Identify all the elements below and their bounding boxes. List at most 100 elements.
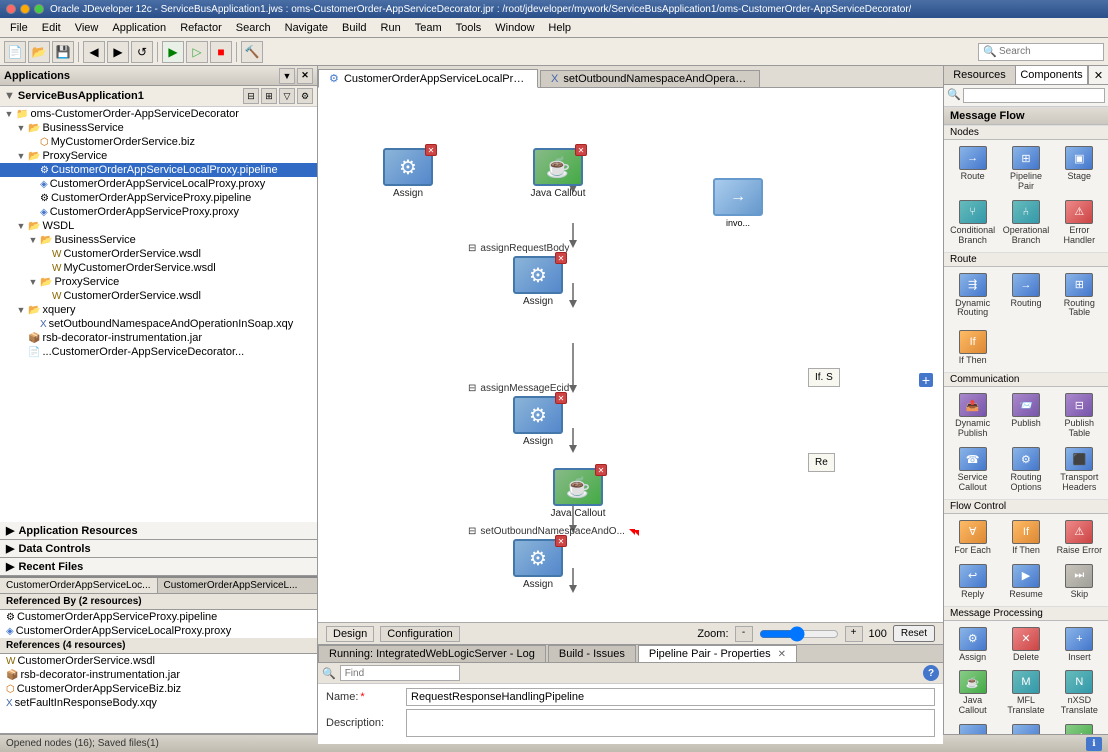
comp-java-callout[interactable]: ☕ Java Callout — [946, 666, 999, 720]
comp-assign[interactable]: ⚙ Assign — [946, 623, 999, 667]
menu-team[interactable]: Team — [409, 20, 448, 36]
comp-rename[interactable]: ✏ Rename — [946, 720, 999, 734]
comp-routing[interactable]: → Routing — [999, 269, 1052, 323]
resources-tab[interactable]: Resources — [944, 66, 1016, 84]
ref-item-1[interactable]: ⚙ CustomerOrderAppServiceProxy.pipeline — [0, 610, 317, 624]
toolbar-build[interactable]: 🔨 — [241, 41, 263, 63]
re-branch-label[interactable]: Re — [808, 453, 835, 472]
toolbar-run[interactable]: ▶ — [162, 41, 184, 63]
tree-mybiz[interactable]: ⬡ MyCustomerOrderService.biz — [0, 135, 317, 149]
find-input[interactable] — [340, 665, 460, 681]
referenced-by-header[interactable]: Referenced By (2 resources) — [0, 594, 317, 610]
tree-localproxy-pipeline[interactable]: ⚙ CustomerOrderAppServiceLocalProxy.pipe… — [0, 163, 317, 177]
node-close-btn3[interactable]: ✕ — [555, 252, 567, 264]
node-javacallout2[interactable]: ✕ ☕ Java Callout — [538, 468, 618, 519]
menu-view[interactable]: View — [69, 20, 105, 36]
menu-edit[interactable]: Edit — [36, 20, 67, 36]
node-assign1[interactable]: ✕ ⚙ Assign — [368, 148, 448, 199]
node-assign3[interactable]: ✕ ⚙ Assign — [498, 396, 578, 447]
ref-item-3[interactable]: W CustomerOrderService.wsdl — [0, 654, 317, 668]
projects-close-btn[interactable]: ✕ — [297, 68, 313, 84]
ref-item-6[interactable]: X setFaultInResponseBody.xqy — [0, 696, 317, 710]
search-input[interactable] — [999, 46, 1099, 57]
toolbar-open[interactable]: 📂 — [28, 41, 50, 63]
node-close-btn[interactable]: ✕ — [425, 144, 437, 156]
zoom-out-btn[interactable]: - — [735, 626, 753, 642]
comp-for-each[interactable]: ∀ For Each — [946, 516, 999, 560]
design-tab[interactable]: Design — [326, 626, 374, 642]
minimize-button[interactable] — [20, 4, 30, 14]
ref-tab2[interactable]: CustomerOrderAppServiceL... — [158, 578, 304, 593]
btab-build[interactable]: Build - Issues — [548, 645, 636, 662]
zoom-reset-btn[interactable]: Reset — [893, 625, 935, 642]
tree-jar[interactable]: 📦 rsb-decorator-instrumentation.jar — [0, 331, 317, 345]
menu-window[interactable]: Window — [489, 20, 540, 36]
status-icon[interactable]: ℹ — [1086, 737, 1102, 751]
comp-validate[interactable]: ✓ Validate — [1053, 720, 1106, 734]
close-button[interactable] — [6, 4, 16, 14]
comp-stage[interactable]: ▣ Stage — [1053, 142, 1106, 196]
tree-wsdl[interactable]: ▼ 📂 WSDL — [0, 219, 317, 233]
comp-error-handler[interactable]: ⚠ Error Handler — [1053, 196, 1106, 250]
zoom-slider[interactable] — [759, 630, 839, 638]
toolbar-back[interactable]: ◀ — [83, 41, 105, 63]
comp-pipeline-pair[interactable]: ⊞ Pipeline Pair — [999, 142, 1052, 196]
tab-xqy[interactable]: X setOutboundNamespaceAndOperationInSoap… — [540, 70, 760, 87]
tree-wsdl3[interactable]: W CustomerOrderService.wsdl — [0, 289, 317, 303]
comp-routing-table[interactable]: ⊞ Routing Table — [1053, 269, 1106, 323]
tree-businessservice[interactable]: ▼ 📂 BusinessService — [0, 121, 317, 135]
comp-publish-table[interactable]: ⊟ Publish Table — [1053, 389, 1106, 443]
pipeline-container[interactable]: ✕ ⚙ Assign ✕ ☕ Java Callout → — [318, 88, 943, 622]
comp-nxsd[interactable]: N nXSD Translate — [1053, 666, 1106, 720]
desc-textarea[interactable] — [406, 709, 935, 737]
comp-routing-options[interactable]: ⚙ Routing Options — [999, 443, 1052, 497]
tree-wsdl-proxy[interactable]: ▼ 📂 ProxyService — [0, 275, 317, 289]
btab-props-close[interactable]: ✕ — [778, 649, 786, 660]
comp-service-callout[interactable]: ☎ Service Callout — [946, 443, 999, 497]
node-close-btn6[interactable]: ✕ — [555, 535, 567, 547]
right-panel-close[interactable]: ✕ — [1088, 66, 1108, 84]
help-button[interactable]: ? — [923, 665, 939, 681]
menu-navigate[interactable]: Navigate — [279, 20, 334, 36]
menu-file[interactable]: File — [4, 20, 34, 36]
ref-item-2[interactable]: ◈ CustomerOrderAppServiceLocalProxy.prox… — [0, 624, 317, 638]
toolbar-forward[interactable]: ▶ — [107, 41, 129, 63]
components-tab[interactable]: Components — [1016, 66, 1088, 84]
proj-filter[interactable]: ▽ — [279, 88, 295, 104]
toolbar-stop[interactable]: ■ — [210, 41, 232, 63]
proj-collapse-all[interactable]: ⊟ — [243, 88, 259, 104]
references-header[interactable]: References (4 resources) — [0, 638, 317, 654]
tab-pipeline[interactable]: ⚙ CustomerOrderAppServiceLocalProxy.pipe… — [318, 69, 538, 88]
node-assign2[interactable]: ✕ ⚙ Assign — [498, 256, 578, 307]
comp-publish[interactable]: 📨 Publish — [999, 389, 1052, 443]
plus-handle[interactable]: + — [919, 373, 933, 387]
tree-project-root[interactable]: ▼ 📁 oms-CustomerOrder-AppServiceDecorato… — [0, 107, 317, 121]
tree-proxyservice[interactable]: ▼ 📂 ProxyService — [0, 149, 317, 163]
data-controls-header[interactable]: ▶ Data Controls — [0, 540, 317, 558]
node-invoke[interactable]: → invo... — [698, 178, 778, 228]
toolbar-debug[interactable]: ▷ — [186, 41, 208, 63]
comp-resume[interactable]: ▶ Resume — [999, 560, 1052, 604]
tree-wsdl1[interactable]: W CustomerOrderService.wsdl — [0, 247, 317, 261]
comp-delete[interactable]: ✕ Delete — [999, 623, 1052, 667]
recent-files-header[interactable]: ▶ Recent Files — [0, 558, 317, 576]
comp-dynamic-publish[interactable]: 📤 Dynamic Publish — [946, 389, 999, 443]
node-close-btn5[interactable]: ✕ — [595, 464, 607, 476]
menu-application[interactable]: Application — [106, 20, 172, 36]
tree-xquery[interactable]: ▼ 📂 xquery — [0, 303, 317, 317]
tree-proxy-proxy[interactable]: ◈ CustomerOrderAppServiceProxy.proxy — [0, 205, 317, 219]
menu-run[interactable]: Run — [375, 20, 407, 36]
menu-help[interactable]: Help — [542, 20, 577, 36]
node-close-btn2[interactable]: ✕ — [575, 144, 587, 156]
tree-xqy[interactable]: X setOutboundNamespaceAndOperationInSoap… — [0, 317, 317, 331]
comp-cond-branch[interactable]: ⑂ Conditional Branch — [946, 196, 999, 250]
comp-raise-error[interactable]: ⚠ Raise Error — [1053, 516, 1106, 560]
node-javacallout1[interactable]: ✕ ☕ Java Callout — [518, 148, 598, 199]
proj-settings[interactable]: ⚙ — [297, 88, 313, 104]
node-assign4[interactable]: ✕ ⚙ Assign — [498, 539, 578, 590]
comp-mfl[interactable]: M MFL Translate — [999, 666, 1052, 720]
btab-log[interactable]: Running: IntegratedWebLogicServer - Log — [318, 645, 546, 662]
right-search-input[interactable] — [963, 88, 1105, 103]
toolbar-save[interactable]: 💾 — [52, 41, 74, 63]
toolbar-new[interactable]: 📄 — [4, 41, 26, 63]
